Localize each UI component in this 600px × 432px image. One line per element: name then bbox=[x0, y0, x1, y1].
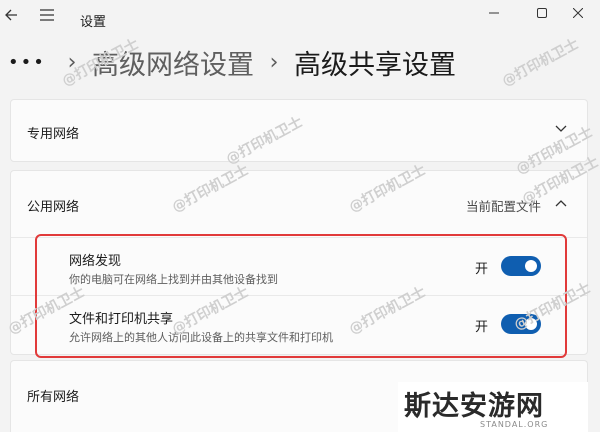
title-bar: 设置 bbox=[0, 0, 600, 40]
menu-button[interactable] bbox=[36, 2, 58, 28]
back-button[interactable] bbox=[0, 2, 22, 28]
section-label: 所有网络 bbox=[27, 390, 80, 405]
chevron-up-icon[interactable] bbox=[555, 199, 567, 207]
hamburger-menu-icon bbox=[40, 9, 54, 21]
highlight-box bbox=[35, 234, 567, 358]
breadcrumb-separator: › bbox=[269, 49, 279, 75]
site-logo: 斯达安游网 STANDAL.ORG bbox=[398, 382, 588, 432]
page-title: 高级共享设置 bbox=[294, 49, 456, 81]
maximize-icon bbox=[537, 8, 547, 18]
close-button[interactable] bbox=[556, 0, 600, 26]
minimize-icon bbox=[489, 12, 499, 14]
section-label: 专用网络 bbox=[27, 127, 80, 142]
section-label: 公用网络 bbox=[27, 200, 80, 215]
logo-subtext: STANDAL.ORG bbox=[480, 420, 549, 429]
breadcrumb-overflow[interactable]: ••• bbox=[8, 52, 52, 73]
minimize-button[interactable] bbox=[470, 0, 518, 26]
app-title: 设置 bbox=[80, 15, 107, 30]
watermark: @打印机卫士 bbox=[499, 36, 582, 90]
logo-text: 斯达安游网 bbox=[404, 391, 544, 422]
close-icon bbox=[573, 8, 583, 18]
back-arrow-icon bbox=[5, 9, 17, 21]
